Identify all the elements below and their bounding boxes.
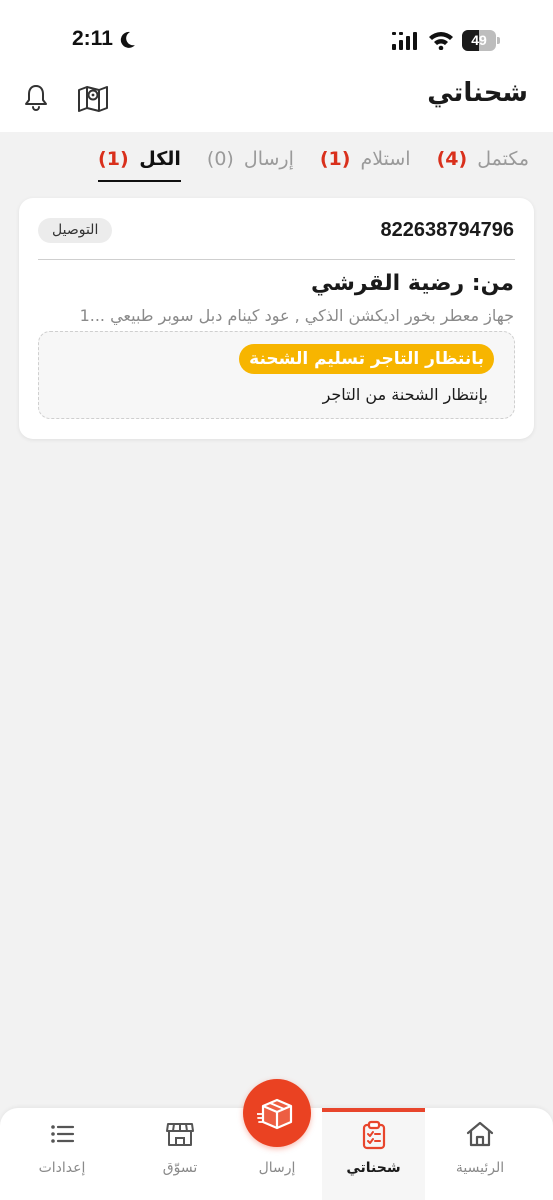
shipment-card[interactable]: 822638794796 التوصيل من: رضية القرشي جها…: [19, 198, 534, 439]
status-badge: بانتظار التاجر تسليم الشحنة: [239, 344, 494, 374]
bell-icon[interactable]: [22, 83, 50, 111]
tab-send-count: (0): [206, 148, 234, 170]
nav-home[interactable]: الرئيسية: [432, 1108, 528, 1200]
battery-level: 49: [471, 32, 487, 48]
list-icon: [51, 1125, 75, 1143]
battery-indicator: 49: [462, 30, 500, 51]
clipboard-icon: [362, 1120, 385, 1150]
wifi-icon: [429, 32, 453, 50]
send-label: إرسال: [258, 1160, 296, 1176]
status-description: بإنتظار الشحنة من التاجر: [322, 385, 488, 404]
map-icon[interactable]: [77, 83, 109, 113]
tab-receive-label: استلام: [360, 148, 411, 170]
status-time: 2:11: [72, 27, 113, 50]
nav-shop-label: تسوّق: [162, 1160, 198, 1176]
top-bar: 2:11 49 شحناتي: [0, 0, 553, 132]
status-bar: 2:11 49: [0, 0, 553, 80]
tab-completed[interactable]: مكتمل (4): [437, 148, 529, 182]
nav-shipments[interactable]: شحناتي: [322, 1108, 425, 1200]
home-icon: [466, 1121, 494, 1147]
moon-icon: [120, 31, 135, 48]
store-icon: [166, 1123, 194, 1146]
tab-all-label: الكل: [139, 148, 181, 170]
tab-send[interactable]: إرسال (0): [207, 148, 294, 182]
status-box: بانتظار التاجر تسليم الشحنة بإنتظار الشح…: [38, 331, 515, 419]
shipment-items: جهاز معطر بخور اديكشن الذكي , عود كينام …: [79, 306, 514, 325]
send-button[interactable]: [243, 1079, 311, 1147]
tab-completed-count: (4): [436, 148, 468, 170]
tab-all[interactable]: الكل (1): [98, 148, 181, 182]
page-title: شحناتي: [427, 78, 528, 108]
sender-name: من: رضية القرشي: [311, 271, 514, 296]
tab-send-label: إرسال: [243, 148, 294, 170]
nav-home-label: الرئيسية: [455, 1160, 505, 1176]
nav-settings-label: إعدادات: [38, 1160, 86, 1176]
package-icon: [257, 1098, 293, 1130]
nav-settings[interactable]: إعدادات: [14, 1108, 110, 1200]
tab-receive-count: (1): [319, 148, 351, 170]
signal-icon: [392, 32, 417, 50]
tab-receive[interactable]: استلام (1): [320, 148, 411, 182]
tracking-number: 822638794796: [380, 219, 514, 241]
nav-shop[interactable]: تسوّق: [132, 1108, 228, 1200]
tab-all-count: (1): [98, 148, 129, 170]
card-divider: [38, 259, 515, 260]
tab-completed-label: مكتمل: [477, 148, 529, 170]
nav-shipments-label: شحناتي: [346, 1160, 401, 1176]
delivery-type-badge: التوصيل: [38, 218, 113, 243]
shipment-tabs: الكل (1) إرسال (0) استلام (1) مكتمل (4): [98, 148, 529, 184]
